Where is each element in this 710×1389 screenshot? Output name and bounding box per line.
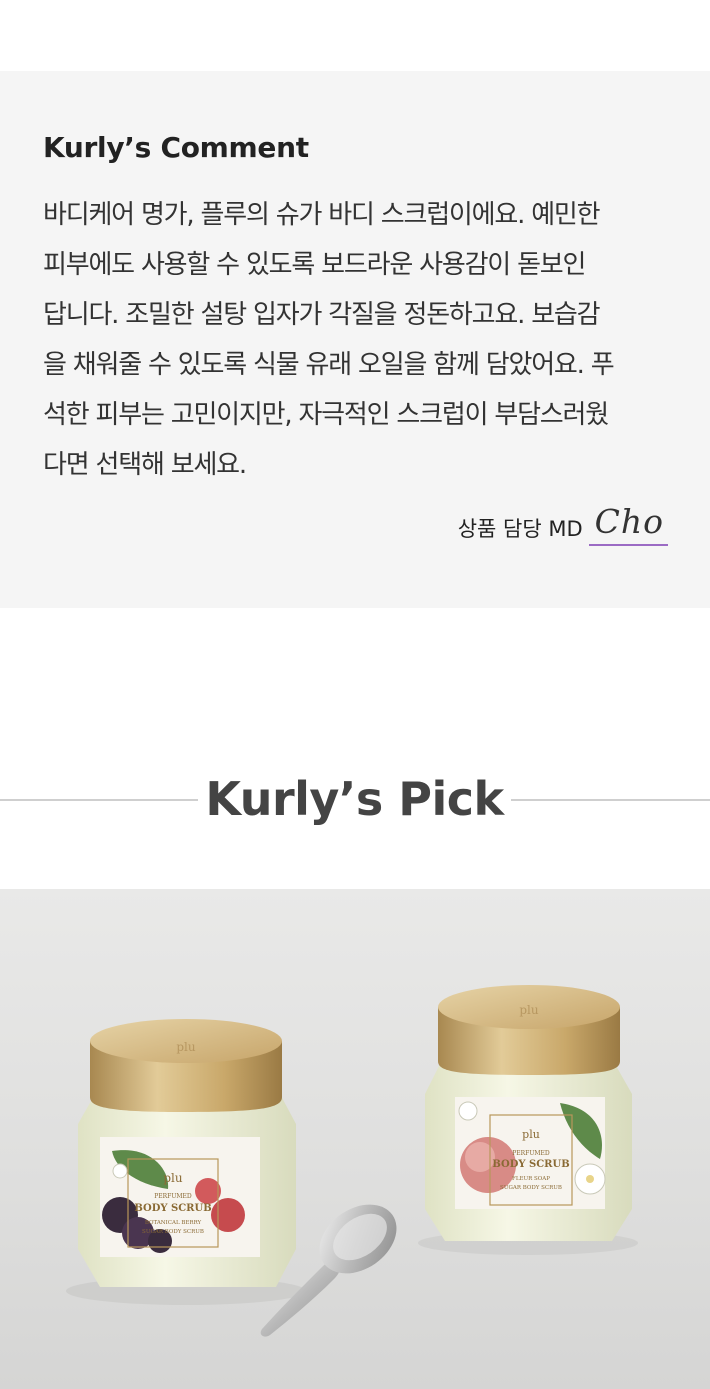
divider-right <box>511 799 710 801</box>
jar-right-line2: BODY SCRUB <box>492 1159 569 1170</box>
jar-right-brand: plu <box>522 1128 540 1141</box>
pick-heading: Kurly’s Pick <box>0 764 710 836</box>
comment-line: 답니다. 조밀한 설탕 입자가 각질을 정돈하고요. 보습감 <box>43 300 601 330</box>
jar-right: plu PERFUMED BODY SCRUB FLEUR SOAP SUGAR… <box>425 985 632 1241</box>
comment-line: 다면 선택해 보세요. <box>43 450 247 480</box>
comment-line: 석한 피부는 고민이지만, 자극적인 스크럽이 부담스러웠 <box>43 400 609 430</box>
jar-left-line2: BODY SCRUB <box>134 1203 211 1214</box>
jar-right-line1: PERFUMED <box>512 1150 550 1157</box>
jar-left-line1: PERFUMED <box>154 1193 192 1200</box>
pick-title: Kurly’s Pick <box>205 772 504 826</box>
jar-left-line4: SUGAR BODY SCRUB <box>142 1229 204 1235</box>
signature-name: Cho <box>588 502 668 546</box>
md-signature: 상품 담당 MD Cho <box>458 500 668 546</box>
jar-right-line3: FLEUR SOAP <box>512 1176 550 1182</box>
jar-left-line3: BOTANICAL BERRY <box>145 1220 202 1226</box>
jar-left-brand: plu <box>163 1171 183 1185</box>
jar-right-lid-brand: plu <box>519 1003 539 1017</box>
comment-body: 바디케어 명가, 플루의 슈가 바디 스크럽이에요. 예민한 피부에도 사용할 … <box>43 190 693 490</box>
jar-left: plu PERFUMED BODY SCRUB BOTANICAL BERRY … <box>78 1019 296 1287</box>
comment-line: 피부에도 사용할 수 있도록 보드라운 사용감이 돋보인 <box>43 250 586 280</box>
product-photo: plu PERFUMED BODY SCRUB FLEUR SOAP SUGAR… <box>0 889 710 1389</box>
jar-left-lid-brand: plu <box>176 1040 196 1054</box>
jar-right-line4: SUGAR BODY SCRUB <box>500 1185 562 1191</box>
comment-line: 을 채워줄 수 있도록 식물 유래 오일을 함께 담았어요. 푸 <box>43 350 615 380</box>
comment-title: Kurly’s Comment <box>43 131 309 164</box>
comment-line: 바디케어 명가, 플루의 슈가 바디 스크럽이에요. 예민한 <box>43 200 601 230</box>
divider-left <box>0 799 198 801</box>
signature-label: 상품 담당 MD <box>457 517 583 541</box>
